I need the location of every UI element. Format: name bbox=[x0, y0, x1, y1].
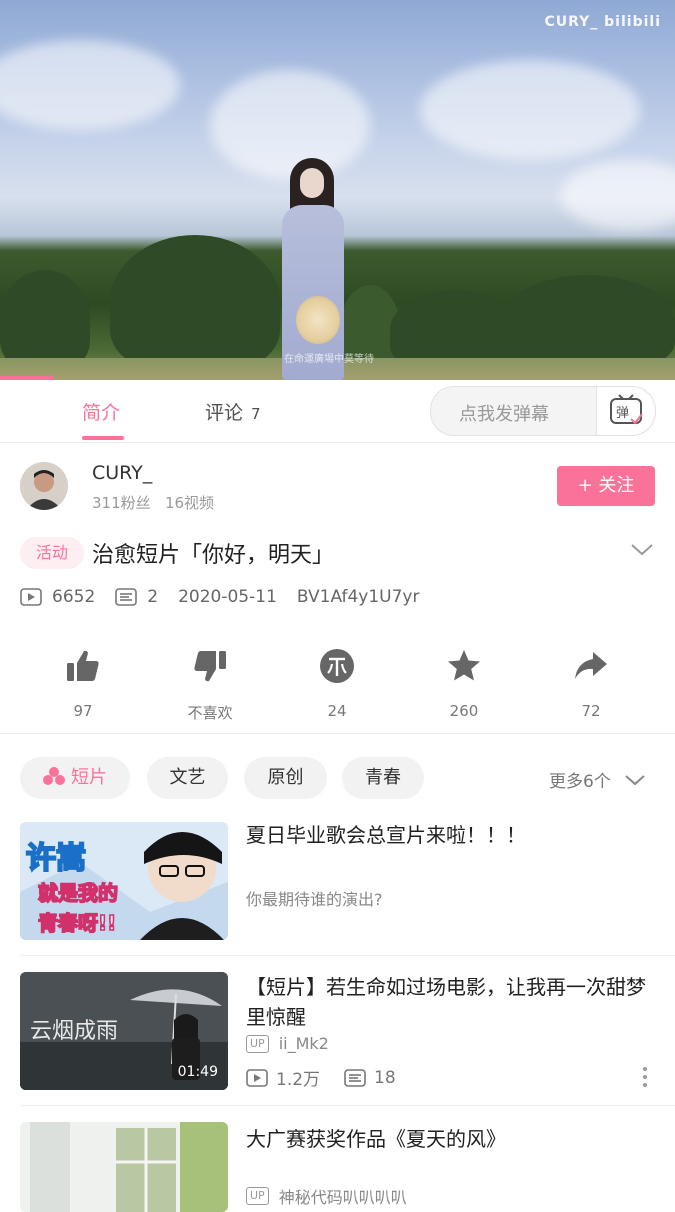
related-uploader[interactable]: UP 神秘代码叭叭叭叭 bbox=[246, 1184, 407, 1208]
dislike-button[interactable]: 不喜欢 bbox=[165, 648, 255, 723]
video-caption: 在命運廣場中莫等待 bbox=[284, 354, 374, 365]
tag-chip[interactable]: 文艺 bbox=[147, 757, 228, 799]
thumbs-down-icon bbox=[194, 651, 226, 682]
danmu-input[interactable]: 点我发弹幕 弹 bbox=[430, 386, 656, 436]
danmu-toggle-icon[interactable]: 弹 bbox=[596, 387, 655, 435]
video-meta: 6652 2 2020-05-11 BV1Af4y1U7yr bbox=[20, 587, 440, 607]
follow-button[interactable]: + 关注 bbox=[557, 466, 655, 506]
divider bbox=[20, 955, 675, 956]
tab-comments-label: 评论 bbox=[205, 402, 244, 424]
danmaku-count-icon bbox=[344, 1068, 366, 1087]
danmaku-count: 18 bbox=[374, 1067, 396, 1088]
chevron-down-icon bbox=[625, 775, 645, 786]
comment-count: 7 bbox=[251, 405, 261, 423]
tag-label: 短片 bbox=[71, 767, 107, 788]
related-thumbnail[interactable] bbox=[20, 1122, 228, 1212]
more-tags-button[interactable]: 更多6个 bbox=[549, 767, 646, 792]
play-count-icon bbox=[246, 1068, 268, 1087]
favorite-count: 260 bbox=[449, 702, 479, 720]
tab-comments[interactable]: 评论 7 bbox=[205, 398, 261, 425]
like-count: 97 bbox=[73, 702, 93, 720]
danmu-placeholder: 点我发弹幕 bbox=[459, 404, 549, 425]
video-title: 治愈短片「你好，明天」 bbox=[92, 543, 335, 568]
straw-hat bbox=[296, 296, 340, 344]
share-button[interactable]: 72 bbox=[546, 648, 636, 720]
thumbs-up-icon bbox=[67, 650, 99, 681]
like-button[interactable]: 97 bbox=[38, 648, 128, 720]
uploader-stats: 311粉丝 16视频 bbox=[92, 492, 214, 513]
activity-badge[interactable]: 活动 bbox=[20, 537, 84, 569]
up-badge: UP bbox=[246, 1187, 269, 1205]
up-badge: UP bbox=[246, 1034, 269, 1053]
divider bbox=[20, 1105, 675, 1106]
related-stats: 1.2万 18 bbox=[246, 1065, 420, 1090]
cloud bbox=[0, 40, 180, 130]
channel-icon bbox=[43, 767, 65, 785]
svg-text:许嵩: 许嵩 bbox=[26, 841, 86, 876]
share-count: 72 bbox=[581, 702, 601, 720]
coin-button[interactable]: 24 bbox=[292, 648, 382, 720]
uploader-name[interactable]: CURY_ bbox=[92, 462, 152, 484]
tag-chip[interactable]: 原创 bbox=[244, 757, 327, 799]
active-tab-indicator bbox=[82, 436, 124, 440]
coin-count: 24 bbox=[327, 702, 347, 720]
danmaku-count-icon bbox=[115, 588, 138, 606]
uploader-name: 神秘代码叭叭叭叭 bbox=[278, 1188, 407, 1207]
video-duration: 01:49 bbox=[177, 1064, 218, 1080]
dislike-label: 不喜欢 bbox=[187, 704, 233, 722]
coin-icon bbox=[320, 649, 354, 683]
star-icon bbox=[448, 650, 480, 681]
danmaku-count: 2 bbox=[147, 587, 159, 607]
divider bbox=[0, 733, 675, 734]
more-options-icon[interactable] bbox=[640, 1066, 650, 1088]
play-count: 1.2万 bbox=[276, 1070, 321, 1090]
svg-text:青春呀!!: 青春呀!! bbox=[38, 911, 116, 935]
tag-chip[interactable]: 青春 bbox=[342, 757, 424, 799]
tab-intro[interactable]: 简介 bbox=[82, 398, 120, 425]
share-icon bbox=[575, 652, 607, 679]
cloud bbox=[420, 60, 640, 160]
tab-bar: 简介 评论 7 点我发弹幕 弹 bbox=[0, 380, 675, 443]
fans-count: 311粉丝 bbox=[92, 494, 151, 512]
tag-chip-short-film[interactable]: 短片 bbox=[20, 757, 130, 799]
related-thumbnail[interactable]: 许嵩 就是我的 青春呀!! bbox=[20, 822, 228, 940]
play-count-icon bbox=[20, 588, 42, 606]
play-count: 6652 bbox=[52, 587, 96, 607]
svg-text:弹: 弹 bbox=[616, 406, 629, 421]
cloud bbox=[560, 160, 675, 230]
related-title[interactable]: 【短片】若生命如过场电影，让我再一次甜梦里惊醒 bbox=[246, 972, 661, 1032]
watermark: CURY_ bilibili bbox=[544, 14, 661, 30]
video-player[interactable]: CURY_ bilibili 在命運廣場中莫等待 bbox=[0, 0, 675, 380]
uploader-name: ii_Mk2 bbox=[278, 1034, 329, 1053]
related-uploader[interactable]: UP ii_Mk2 bbox=[246, 1034, 329, 1053]
related-thumbnail[interactable]: 云烟成雨 01:49 bbox=[20, 972, 228, 1090]
svg-text:就是我的: 就是我的 bbox=[38, 881, 118, 905]
related-subtitle: 你最期待谁的演出? bbox=[246, 890, 383, 909]
bv-id: BV1Af4y1U7yr bbox=[296, 587, 420, 607]
chevron-down-icon[interactable] bbox=[630, 542, 654, 558]
avatar[interactable] bbox=[20, 462, 68, 510]
publish-date: 2020-05-11 bbox=[178, 587, 277, 607]
cloud bbox=[210, 70, 370, 180]
svg-text:云烟成雨: 云烟成雨 bbox=[30, 1019, 118, 1044]
favorite-button[interactable]: 260 bbox=[419, 648, 509, 720]
related-title[interactable]: 夏日毕业歌会总宣片来啦！！！ bbox=[246, 820, 661, 850]
related-title[interactable]: 大广赛获奖作品《夏天的风》 bbox=[246, 1124, 661, 1154]
more-tags-label: 更多6个 bbox=[549, 772, 611, 792]
video-count: 16视频 bbox=[164, 494, 215, 512]
